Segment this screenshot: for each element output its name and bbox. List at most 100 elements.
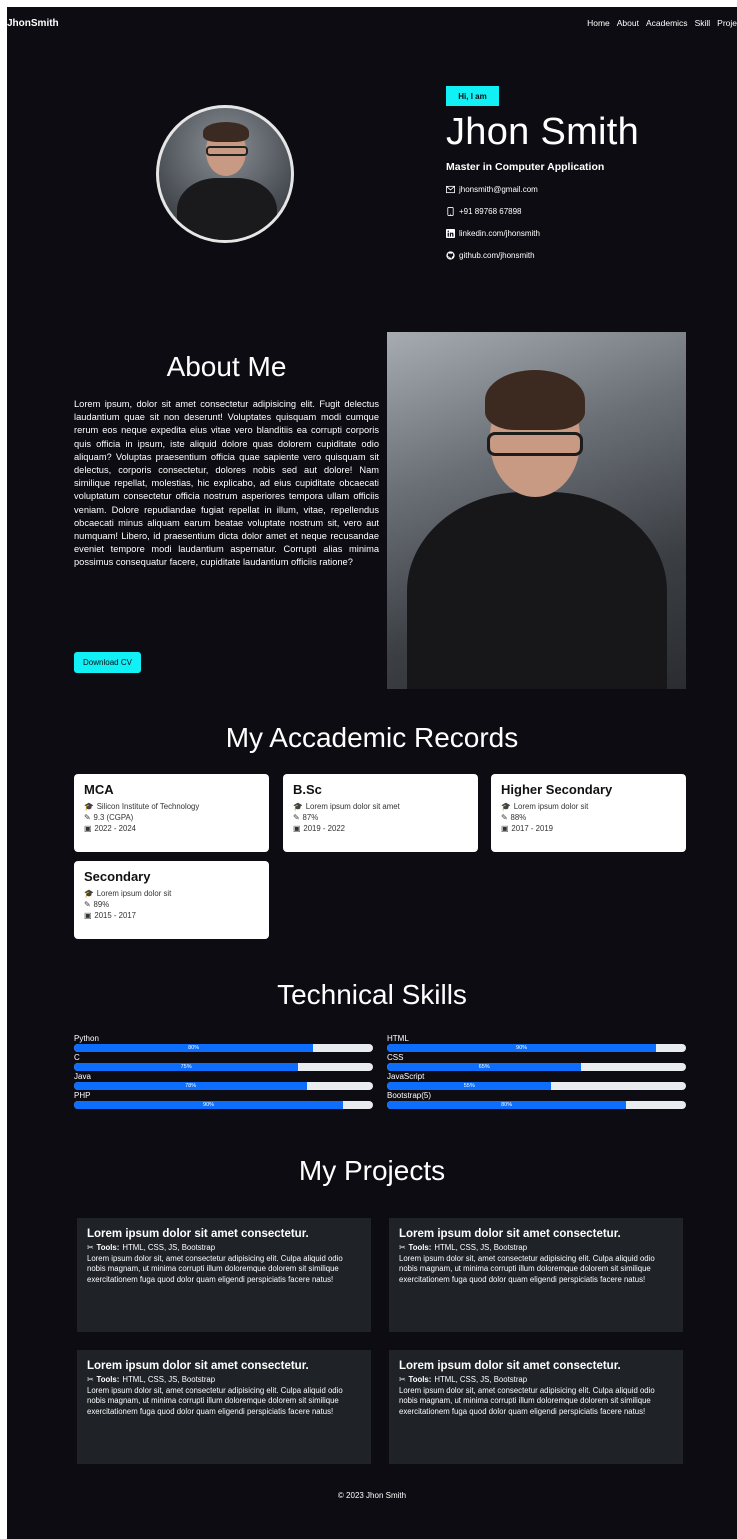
avatar-glasses-shape bbox=[206, 146, 248, 156]
skill-progress-bar: 78% bbox=[74, 1082, 373, 1090]
score-text: 88% bbox=[510, 813, 527, 822]
institute-text: Silicon Institute of Technology bbox=[96, 802, 200, 811]
skill-label: JavaScript bbox=[387, 1072, 425, 1081]
academic-degree: Secondary bbox=[84, 869, 151, 884]
years-text: 2019 - 2022 bbox=[303, 824, 345, 833]
linkedin-icon bbox=[446, 229, 455, 238]
about-description: Lorem ipsum, dolor sit amet consectetur … bbox=[74, 399, 379, 568]
nav-links: Home About Academics Skill Proje bbox=[587, 18, 737, 28]
github-icon bbox=[446, 251, 455, 260]
skill-progress-bar: 90% bbox=[74, 1101, 373, 1109]
skill-label: PHP bbox=[74, 1091, 91, 1100]
score-text: 87% bbox=[302, 813, 319, 822]
avatar-hair-shape bbox=[203, 122, 249, 142]
skill-progress-bar: 90% bbox=[387, 1044, 686, 1052]
skill-label: Bootstrap(5) bbox=[387, 1091, 432, 1100]
skill-progress-fill: 55% bbox=[387, 1082, 552, 1090]
profile-avatar bbox=[156, 105, 294, 243]
academic-score: ✎ 88% bbox=[501, 812, 676, 823]
tools-text: HTML, CSS, JS, Bootstrap bbox=[434, 1375, 528, 1384]
skill-progress-bar: 55% bbox=[387, 1082, 686, 1090]
about-title: About Me bbox=[166, 351, 287, 382]
projects-title: My Projects bbox=[298, 1155, 446, 1186]
academic-years: ▣ 2017 - 2019 bbox=[501, 823, 676, 834]
skill-label: CSS bbox=[387, 1053, 404, 1062]
nav-link-about[interactable]: About bbox=[617, 18, 639, 28]
project-description: Lorem ipsum dolor sit, amet consectetur … bbox=[87, 1254, 343, 1284]
institute-icon: 🎓 bbox=[293, 802, 303, 811]
academic-score: ✎ 87% bbox=[293, 812, 468, 823]
academic-years: ▣ 2015 - 2017 bbox=[84, 910, 259, 921]
contact-email[interactable]: jhonsmith@gmail.com bbox=[446, 185, 538, 194]
contact-phone[interactable]: +91 89768 67898 bbox=[446, 207, 522, 216]
academic-card-secondary: Secondary 🎓 Lorem ipsum dolor sit ✎ 89% ▣ 2… bbox=[74, 861, 269, 939]
pencil-icon: ✎ bbox=[293, 813, 300, 822]
skill-progress-fill: 75% bbox=[74, 1063, 299, 1071]
project-card[interactable]: Lorem ipsum dolor sit amet consectetur. … bbox=[77, 1350, 371, 1464]
years-text: 2015 - 2017 bbox=[94, 911, 136, 920]
skill-progress-fill: 80% bbox=[387, 1101, 627, 1109]
navbar: JhonSmith Home About Academics Skill Pro… bbox=[7, 7, 737, 39]
calendar-icon: ▣ bbox=[84, 911, 92, 920]
nav-link-academics[interactable]: Academics bbox=[646, 18, 688, 28]
nav-link-home[interactable]: Home bbox=[587, 18, 610, 28]
hero-name: Jhon Smith bbox=[446, 111, 640, 153]
tools-icon: ✂ bbox=[87, 1375, 94, 1384]
about-photo bbox=[387, 332, 686, 689]
calendar-icon: ▣ bbox=[293, 824, 301, 833]
tools-text: HTML, CSS, JS, Bootstrap bbox=[122, 1375, 216, 1384]
download-cv-button[interactable]: Download CV bbox=[74, 652, 141, 673]
greeting-badge: Hi, I am bbox=[446, 86, 499, 106]
hero-degree: Master in Computer Application bbox=[446, 161, 605, 173]
calendar-icon: ▣ bbox=[501, 824, 509, 833]
years-text: 2022 - 2024 bbox=[94, 824, 136, 833]
academic-years: ▣ 2019 - 2022 bbox=[293, 823, 468, 834]
contact-github-text: github.com/jhonsmith bbox=[459, 251, 535, 260]
portfolio-page: JhonSmith Home About Academics Skill Pro… bbox=[7, 7, 737, 1539]
nav-link-skill[interactable]: Skill bbox=[695, 18, 711, 28]
skill-progress-fill: 65% bbox=[387, 1063, 582, 1071]
academic-card-higher-secondary: Higher Secondary 🎓 Lorem ipsum dolor sit … bbox=[491, 774, 686, 852]
skill-label: Java bbox=[74, 1072, 91, 1081]
project-card[interactable]: Lorem ipsum dolor sit amet consectetur. … bbox=[389, 1350, 683, 1464]
academic-score: ✎ 89% bbox=[84, 899, 259, 910]
contact-email-text: jhonsmith@gmail.com bbox=[459, 185, 538, 194]
score-text: 9.3 (CGPA) bbox=[93, 813, 134, 822]
institute-text: Lorem ipsum dolor sit bbox=[96, 889, 172, 898]
tools-text: HTML, CSS, JS, Bootstrap bbox=[434, 1243, 528, 1252]
project-tools: ✂ Tools: HTML, CSS, JS, Bootstrap bbox=[399, 1243, 673, 1252]
photo-glasses-shape bbox=[487, 432, 583, 456]
contact-linkedin[interactable]: linkedin.com/jhonsmith bbox=[446, 229, 540, 238]
left-margin bbox=[0, 0, 7, 1539]
academic-score: ✎ 9.3 (CGPA) bbox=[84, 812, 259, 823]
academic-institute: 🎓 Lorem ipsum dolor sit amet bbox=[293, 801, 468, 812]
contact-github[interactable]: github.com/jhonsmith bbox=[446, 251, 535, 260]
mail-icon bbox=[446, 185, 455, 194]
project-title: Lorem ipsum dolor sit amet consectetur. bbox=[87, 1360, 309, 1372]
contact-linkedin-text: linkedin.com/jhonsmith bbox=[459, 229, 540, 238]
years-text: 2017 - 2019 bbox=[511, 824, 553, 833]
skills-title: Technical Skills bbox=[277, 979, 467, 1010]
pencil-icon: ✎ bbox=[84, 813, 91, 822]
tools-icon: ✂ bbox=[399, 1243, 406, 1252]
tools-label: Tools: bbox=[408, 1375, 432, 1384]
nav-link-projects[interactable]: Proje bbox=[717, 18, 737, 28]
contact-phone-text: +91 89768 67898 bbox=[459, 207, 522, 216]
institute-text: Lorem ipsum dolor sit amet bbox=[305, 802, 400, 811]
institute-icon: 🎓 bbox=[501, 802, 511, 811]
skill-progress-fill: 78% bbox=[74, 1082, 308, 1090]
tools-label: Tools: bbox=[96, 1375, 120, 1384]
institute-icon: 🎓 bbox=[84, 889, 94, 898]
project-description: Lorem ipsum dolor sit, amet consectetur … bbox=[87, 1386, 343, 1416]
academic-degree: B.Sc bbox=[293, 782, 322, 797]
brand-logo[interactable]: JhonSmith bbox=[7, 18, 59, 29]
academic-degree: MCA bbox=[84, 782, 114, 797]
skill-progress-fill: 90% bbox=[74, 1101, 344, 1109]
tools-label: Tools: bbox=[408, 1243, 432, 1252]
skill-progress-bar: 80% bbox=[387, 1101, 686, 1109]
project-card[interactable]: Lorem ipsum dolor sit amet consectetur. … bbox=[77, 1218, 371, 1332]
academics-title: My Accademic Records bbox=[225, 722, 519, 753]
project-title: Lorem ipsum dolor sit amet consectetur. bbox=[399, 1228, 621, 1240]
project-card[interactable]: Lorem ipsum dolor sit amet consectetur. … bbox=[389, 1218, 683, 1332]
skill-progress-fill: 80% bbox=[74, 1044, 314, 1052]
